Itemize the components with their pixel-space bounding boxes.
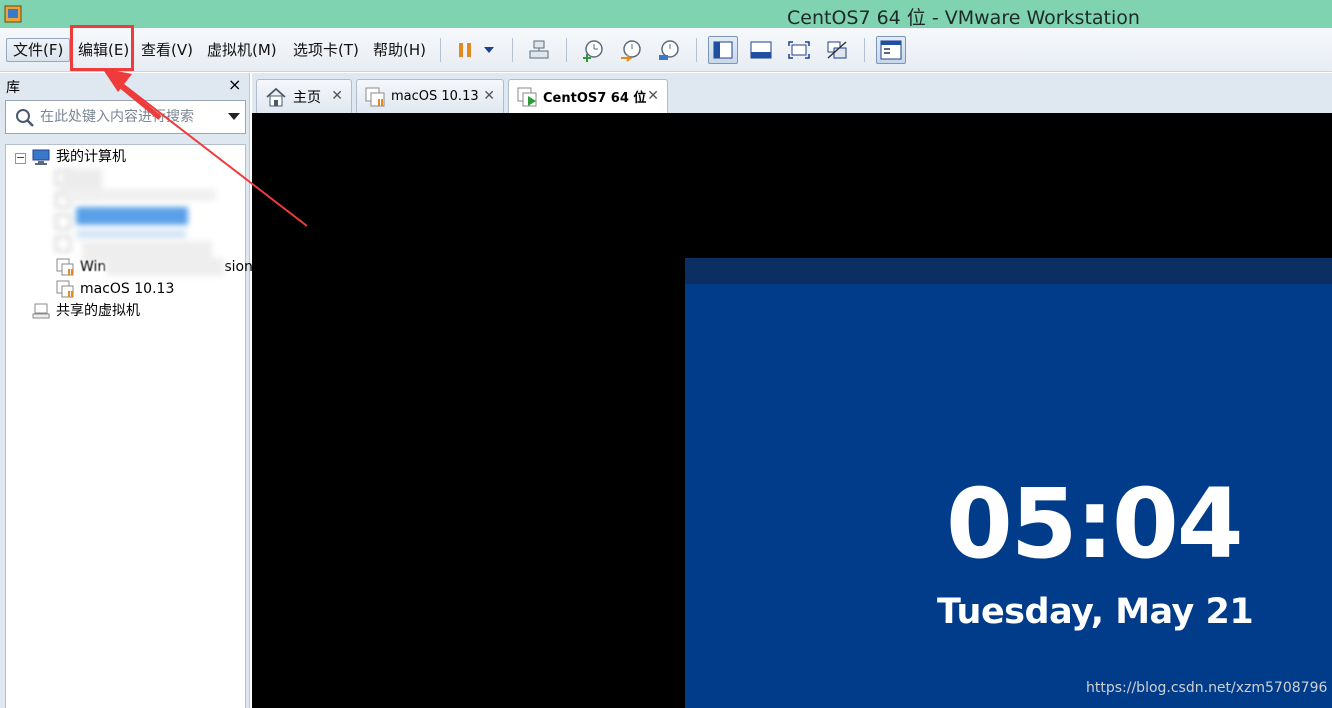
toolbar-separator — [864, 38, 865, 62]
search-input[interactable] — [40, 107, 220, 127]
menu-toolbar: 文件(F) 编辑(E) 查看(V) 虚拟机(M) 选项卡(T) 帮助(H) — [0, 28, 1332, 72]
tab-home[interactable]: 主页 ✕ — [256, 79, 352, 113]
obscured-selected-item[interactable] — [76, 207, 188, 225]
tree-item-label: Win — [80, 259, 107, 275]
menu-edit[interactable]: 编辑(E) — [72, 38, 135, 62]
show-library-icon[interactable] — [708, 36, 738, 64]
tab-strip: 主页 ✕ macOS 10.13 ✕ CentOS7 64 位 ✕ — [252, 73, 1332, 113]
tab-label: 主页 — [293, 89, 321, 106]
search-icon — [16, 109, 34, 127]
vmware-app-icon[interactable] — [4, 5, 22, 23]
unity-icon[interactable] — [822, 36, 852, 64]
tree-item-label: 共享的虚拟机 — [56, 303, 140, 319]
vm-icon — [365, 87, 385, 106]
tree-item-shared-vms[interactable]: 共享的虚拟机 — [32, 301, 140, 321]
snapshot-manager-icon[interactable] — [654, 36, 684, 64]
vm-running-icon — [517, 87, 537, 106]
tree-item-label: macOS 10.13 — [80, 281, 175, 297]
obscured-item — [66, 189, 216, 201]
library-close-button[interactable]: × — [228, 75, 241, 94]
toolbar-separator — [696, 38, 697, 62]
close-icon[interactable]: ✕ — [647, 88, 659, 104]
dropdown-arrow-icon[interactable] — [478, 36, 500, 64]
menu-tabs[interactable]: 选项卡(T) — [287, 38, 365, 62]
computer-icon — [32, 149, 50, 165]
tree-item-windows[interactable]: Win sion — [56, 257, 253, 277]
shared-vm-icon — [32, 303, 50, 319]
thumbnail-bar-icon[interactable] — [746, 36, 776, 64]
lockscreen-date: Tuesday, May 21 — [937, 592, 1254, 632]
full-screen-icon[interactable] — [784, 36, 814, 64]
toolbar-separator — [566, 38, 567, 62]
console-view-icon[interactable] — [876, 36, 906, 64]
window-title: CentOS7 64 位 - VMware Workstation — [787, 7, 1140, 29]
watermark: https://blog.csdn.net/xzm5708796 — [1086, 680, 1328, 696]
tree-item-my-computer[interactable]: 我的计算机 — [32, 147, 126, 167]
obscured-text — [106, 258, 225, 276]
tree-item-label: 我的计算机 — [56, 149, 126, 165]
collapse-icon[interactable]: − — [15, 152, 26, 164]
menu-vm[interactable]: 虚拟机(M) — [201, 38, 283, 62]
toolbar-separator — [440, 38, 441, 62]
menu-view[interactable]: 查看(V) — [135, 38, 199, 62]
tree-item-label-tail: sion — [224, 259, 253, 275]
library-search — [5, 100, 246, 134]
toolbar-separator — [512, 38, 513, 62]
menu-help[interactable]: 帮助(H) — [367, 38, 432, 62]
tab-macos[interactable]: macOS 10.13 ✕ — [356, 79, 504, 113]
vm-icon — [56, 258, 74, 276]
library-panel: 库 × − 我的计算机 Win sion macOS 10.13 — [0, 73, 253, 708]
pause-icon[interactable] — [450, 36, 480, 64]
snapshot-revert-icon[interactable] — [616, 36, 646, 64]
lockscreen-clock: 05:04 — [946, 468, 1244, 580]
close-icon[interactable]: ✕ — [331, 88, 343, 104]
send-ctrl-alt-del-icon[interactable] — [524, 36, 554, 64]
menu-file[interactable]: 文件(F) — [6, 38, 71, 62]
lockscreen-top-bar — [685, 258, 1332, 284]
library-title: 库 — [6, 80, 20, 96]
title-bar: CentOS7 64 位 - VMware Workstation — [0, 0, 1332, 29]
obscured-item — [76, 229, 186, 239]
tab-label: CentOS7 64 位 — [543, 91, 647, 106]
home-icon — [266, 87, 286, 106]
snapshot-take-icon[interactable] — [578, 36, 608, 64]
tab-label: macOS 10.13 — [391, 89, 479, 104]
tab-centos[interactable]: CentOS7 64 位 ✕ — [508, 79, 668, 113]
vm-icon — [56, 280, 74, 298]
tree-item-macos[interactable]: macOS 10.13 — [56, 279, 174, 299]
close-icon[interactable]: ✕ — [483, 88, 495, 104]
search-dropdown-icon[interactable] — [228, 113, 240, 121]
library-tree: − 我的计算机 Win sion macOS 10.13 共享的虚拟机 — [5, 144, 253, 708]
